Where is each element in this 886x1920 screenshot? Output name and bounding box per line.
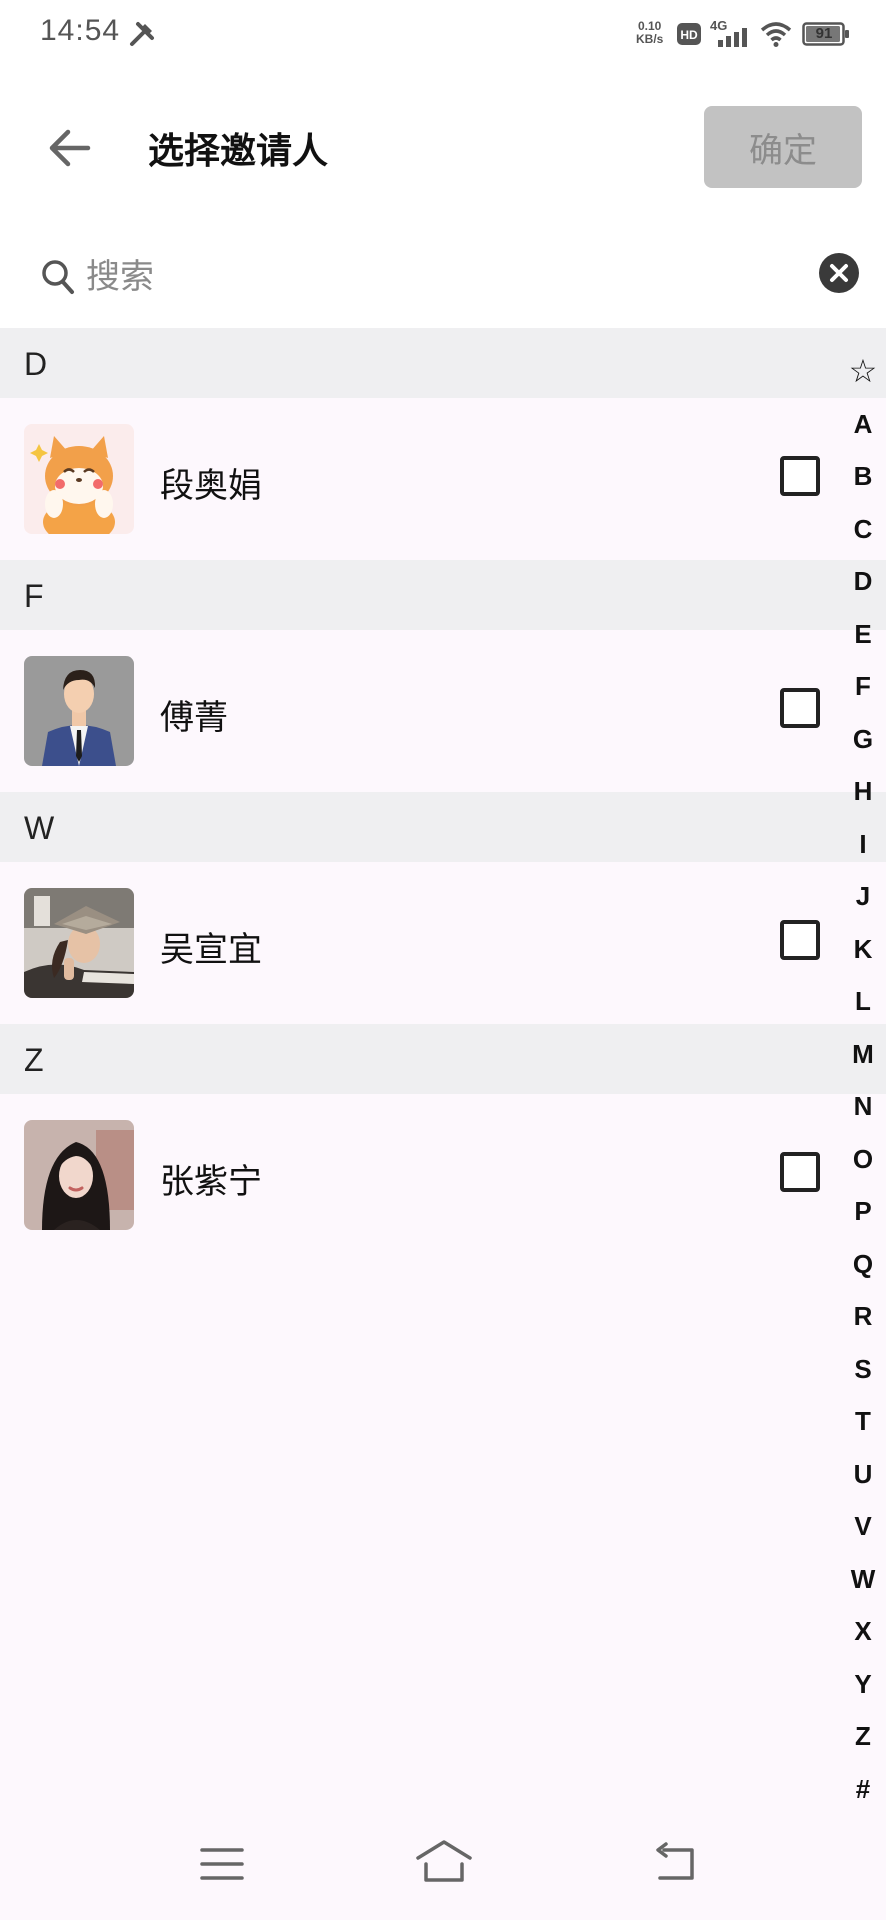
section-header-w: W [0, 792, 886, 862]
app-header: 选择邀请人 确定 [0, 68, 886, 228]
search-icon [42, 260, 74, 294]
index-item[interactable]: F [840, 660, 886, 713]
index-item[interactable]: X [840, 1605, 886, 1658]
contact-name: 吴宣宜 [160, 930, 262, 970]
index-item[interactable]: G [840, 713, 886, 766]
index-item[interactable]: D [840, 555, 886, 608]
select-checkbox[interactable] [780, 920, 820, 960]
contact-row[interactable]: 张紫宁 [0, 1094, 886, 1256]
index-item[interactable]: V [840, 1500, 886, 1553]
page-title: 选择邀请人 [148, 131, 329, 172]
index-item[interactable]: A [840, 398, 886, 451]
net-speed: 0.10 KB/s [636, 20, 663, 46]
select-checkbox[interactable] [780, 688, 820, 728]
search-input[interactable] [84, 246, 708, 308]
contact-name: 段奥娟 [160, 466, 262, 506]
section-letter: D [24, 346, 48, 382]
contact-name: 傅菁 [160, 698, 228, 738]
index-item-star[interactable]: ☆ [840, 345, 886, 398]
section-letter: W [24, 810, 55, 846]
svg-text:HD: HD [680, 28, 698, 42]
woman-portrait-avatar [24, 1120, 134, 1230]
back-icon[interactable] [652, 1842, 698, 1882]
home-icon[interactable] [414, 1838, 474, 1884]
arrow-left-icon[interactable] [42, 120, 98, 176]
select-checkbox[interactable] [780, 456, 820, 496]
confirm-button[interactable]: 确定 [704, 106, 862, 188]
man-in-suit-avatar [24, 656, 134, 766]
hd-icon: HD [677, 23, 701, 45]
index-item[interactable]: K [840, 923, 886, 976]
battery-level: 91 [815, 25, 833, 42]
section-header-f: F [0, 560, 886, 630]
wifi-icon [760, 22, 792, 47]
index-item[interactable]: # [840, 1763, 886, 1816]
contact-row[interactable]: 傅菁 [0, 630, 886, 792]
system-nav-bar [0, 1810, 886, 1920]
clear-search-icon[interactable] [818, 252, 860, 294]
shiba-dog-avatar [24, 424, 134, 534]
section-letter: Z [24, 1042, 44, 1078]
contact-name: 张紫宁 [160, 1162, 262, 1202]
signal-icon: 4G [710, 18, 747, 47]
search-bar [0, 228, 886, 328]
index-item[interactable]: L [840, 975, 886, 1028]
index-item[interactable]: W [840, 1553, 886, 1606]
net-speed-unit: KB/s [636, 32, 664, 46]
tools-icon [130, 22, 154, 46]
index-item[interactable]: N [840, 1080, 886, 1133]
index-item[interactable]: M [840, 1028, 886, 1081]
index-item[interactable]: O [840, 1133, 886, 1186]
section-letter: F [24, 578, 44, 614]
index-item[interactable]: S [840, 1343, 886, 1396]
index-item[interactable]: P [840, 1185, 886, 1238]
index-item[interactable]: J [840, 870, 886, 923]
select-checkbox[interactable] [780, 1152, 820, 1192]
index-item[interactable]: Y [840, 1658, 886, 1711]
alphabet-index-bar[interactable]: ☆ A B C D E F G H I J K L M N O P Q R S T U V W X Y Z # [840, 345, 886, 1815]
contact-row[interactable]: 吴宣宜 [0, 862, 886, 1024]
index-item[interactable]: B [840, 450, 886, 503]
index-item[interactable]: E [840, 608, 886, 661]
index-item[interactable]: T [840, 1395, 886, 1448]
section-header-d: D [0, 328, 886, 398]
index-item[interactable]: C [840, 503, 886, 556]
contact-row[interactable]: 段奥娟 [0, 398, 886, 560]
status-bar: 14:54 0.10 KB/s HD 4G 91 [0, 0, 886, 68]
status-time: 14:54 [40, 14, 121, 47]
index-item[interactable]: U [840, 1448, 886, 1501]
index-item[interactable]: Z [840, 1710, 886, 1763]
index-item[interactable]: R [840, 1290, 886, 1343]
index-item[interactable]: I [840, 818, 886, 871]
network-type: 4G [710, 18, 727, 33]
menu-icon[interactable] [200, 1846, 244, 1882]
section-header-z: Z [0, 1024, 886, 1094]
woman-with-hat-avatar [24, 888, 134, 998]
index-item[interactable]: Q [840, 1238, 886, 1291]
index-item[interactable]: H [840, 765, 886, 818]
